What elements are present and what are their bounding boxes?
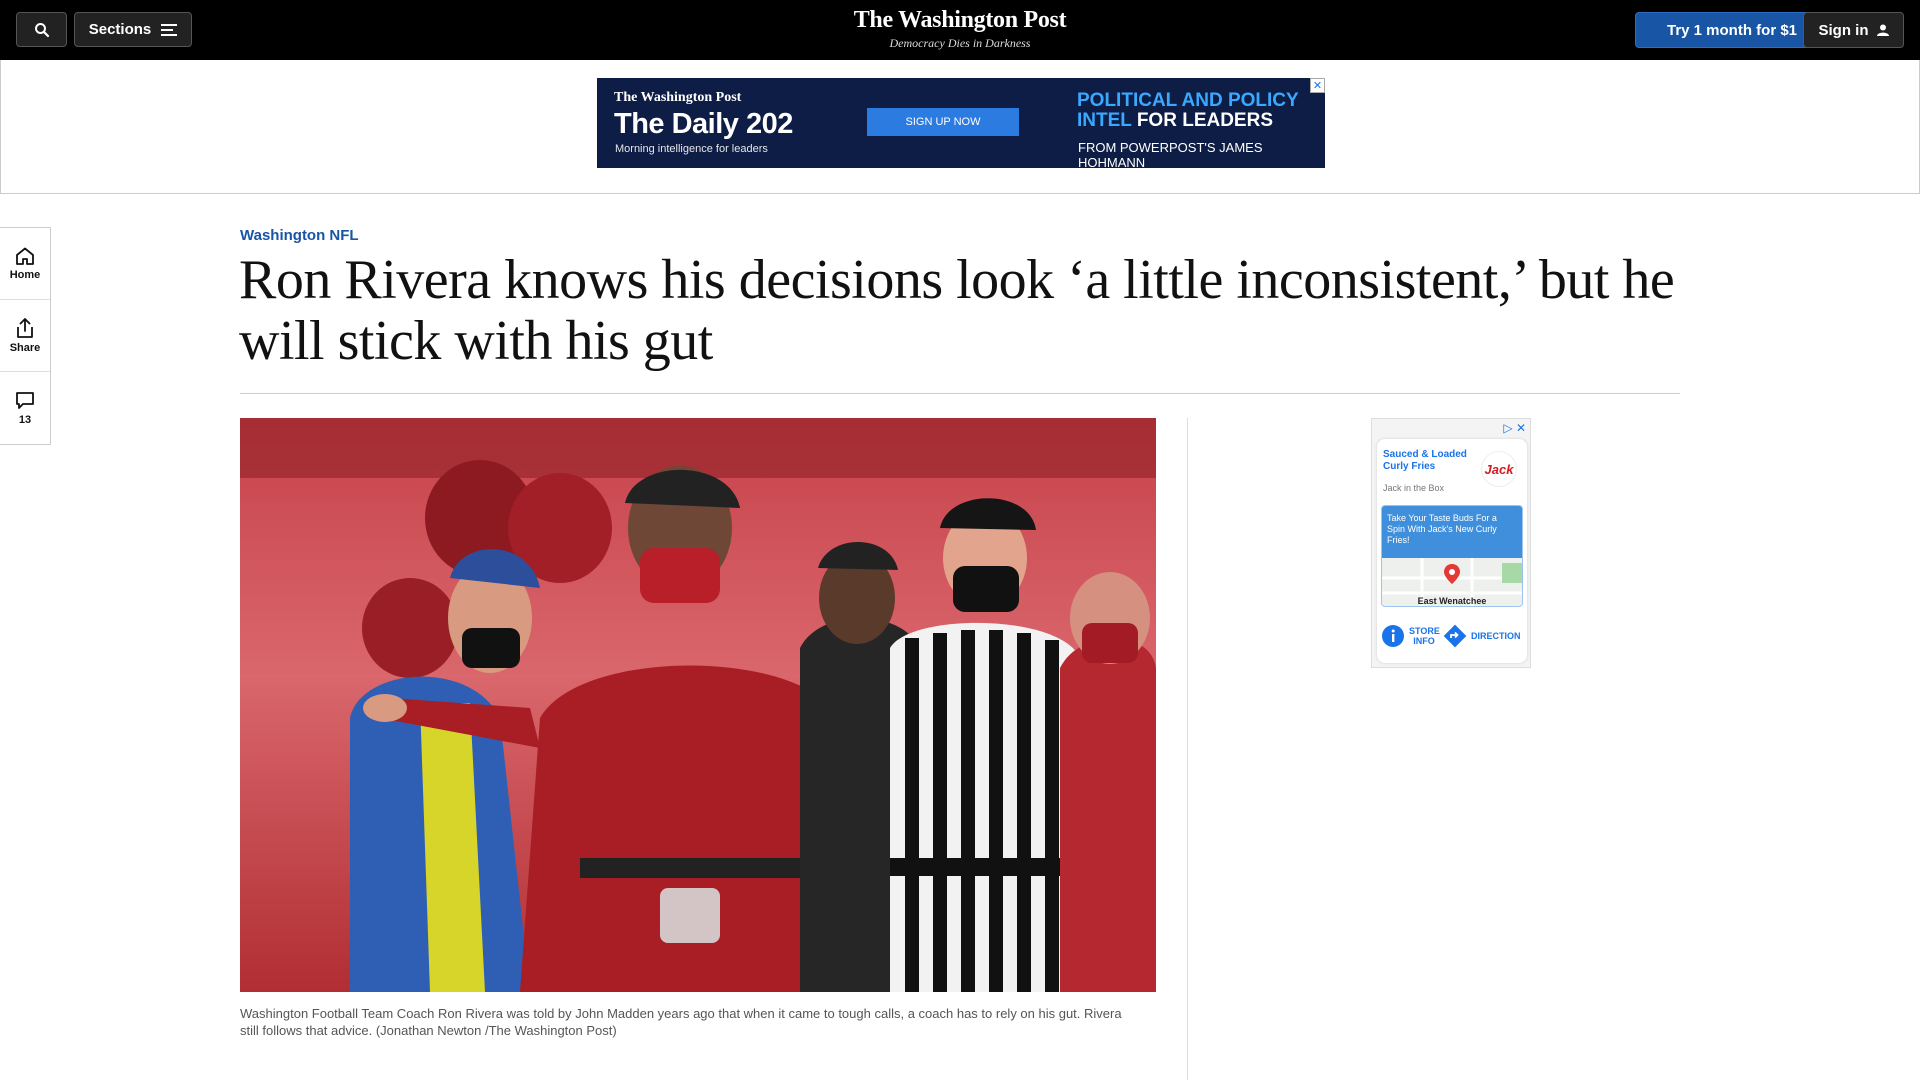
sections-button[interactable]: Sections xyxy=(74,12,192,47)
menu-icon xyxy=(161,23,178,36)
ad-choices-marks[interactable]: ▷ ✕ xyxy=(1503,421,1526,435)
article-headline: Ron Rivera knows his decisions look ‘a l… xyxy=(239,249,1675,372)
banner-headline-part1: POLITICAL AND POLICY xyxy=(1077,90,1299,111)
side-ad-card[interactable]: Sauced & Loaded Curly Fries Jack in the … xyxy=(1377,439,1527,663)
comment-icon xyxy=(16,391,34,409)
store-info-link[interactable]: STORE INFO xyxy=(1409,626,1440,646)
side-ad-logo-text: Jack xyxy=(1484,461,1514,477)
lead-photo-image xyxy=(240,418,1156,992)
banner-headline: POLITICAL AND POLICY INTEL FOR LEADERS xyxy=(1077,91,1307,131)
map-location-label: East Wenatchee xyxy=(1417,596,1487,606)
sign-in-label: Sign in xyxy=(1818,21,1869,39)
banner-signup-button[interactable]: SIGN UP NOW xyxy=(867,108,1019,136)
site-logo[interactable]: The Washington Post xyxy=(760,6,1160,34)
subscribe-button[interactable]: Try 1 month for $1 xyxy=(1635,12,1829,48)
info-icon[interactable] xyxy=(1381,624,1405,648)
top-ad-container: The Washington Post The Daily 202 Mornin… xyxy=(0,60,1920,194)
photo-caption: Washington Football Team Coach Ron River… xyxy=(240,1006,1122,1038)
sections-label: Sections xyxy=(88,21,152,38)
directions-link[interactable]: DIRECTION xyxy=(1471,631,1521,641)
home-icon xyxy=(16,247,34,265)
left-action-rail: Home Share 13 xyxy=(0,227,51,445)
rail-comments-count: 13 xyxy=(18,413,32,426)
rail-home-label: Home xyxy=(9,268,41,281)
ad-close-icon[interactable]: ✕ xyxy=(1310,78,1325,93)
rail-comments-button[interactable]: 13 xyxy=(0,372,50,444)
share-icon xyxy=(17,317,33,338)
side-ad-promo-text: Take Your Taste Buds For a Spin With Jac… xyxy=(1382,506,1522,558)
top-navigation-bar: Sections The Washington Post Democracy D… xyxy=(0,0,1920,60)
search-button[interactable] xyxy=(16,12,67,47)
banner-from-line: FROM POWERPOST'S JAMES HOHMANN xyxy=(1078,140,1263,168)
rail-share-button[interactable]: Share xyxy=(0,300,50,372)
banner-headline-part2: INTEL xyxy=(1077,110,1132,131)
sign-in-button[interactable]: Sign in xyxy=(1803,12,1904,48)
user-icon xyxy=(1876,24,1889,36)
column-divider xyxy=(1187,418,1188,1080)
daily-202-banner-ad[interactable]: The Washington Post The Daily 202 Mornin… xyxy=(597,78,1325,168)
banner-title: The Daily 202 xyxy=(614,108,793,140)
side-ad-actions: STORE INFO DIRECTION xyxy=(1381,621,1523,651)
banner-headline-part3: FOR LEADERS xyxy=(1136,110,1274,131)
masthead[interactable]: The Washington Post Democracy Dies in Da… xyxy=(760,6,1160,51)
search-icon xyxy=(34,22,49,37)
headline-divider xyxy=(240,393,1680,394)
article-kicker-link[interactable]: Washington NFL xyxy=(240,227,359,244)
banner-subtitle: Morning intelligence for leaders xyxy=(615,143,768,155)
side-ad-advertiser: Jack in the Box xyxy=(1383,483,1445,493)
side-ad-map[interactable]: East Wenatchee xyxy=(1382,558,1522,606)
lead-photo[interactable] xyxy=(240,418,1156,992)
jack-in-the-box-side-ad[interactable]: ▷ ✕ Sauced & Loaded Curly Fries Jack in … xyxy=(1371,418,1531,668)
side-ad-title[interactable]: Sauced & Loaded Curly Fries xyxy=(1383,449,1473,473)
rail-share-label: Share xyxy=(9,341,41,354)
jack-in-the-box-logo: Jack xyxy=(1481,451,1517,487)
site-tagline: Democracy Dies in Darkness xyxy=(889,36,1031,50)
side-ad-promo[interactable]: Take Your Taste Buds For a Spin With Jac… xyxy=(1381,505,1523,607)
banner-logo: The Washington Post xyxy=(614,90,742,105)
directions-icon[interactable] xyxy=(1443,624,1467,648)
rail-home-button[interactable]: Home xyxy=(0,228,50,300)
